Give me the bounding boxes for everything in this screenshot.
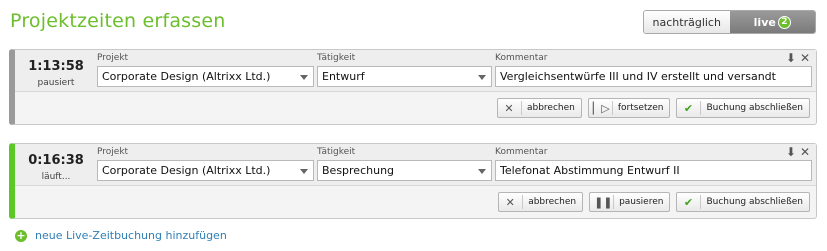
comment-value: Vergleichsentwürfe III und IV erstellt u… — [500, 70, 776, 83]
project-select[interactable]: Corporate Design (Altrixx Ltd.) — [97, 160, 314, 181]
activity-label: Tätigkeit — [317, 147, 356, 157]
mode-retro-label: nachträglich — [652, 15, 721, 29]
finish-label: Buchung abschließen — [706, 197, 803, 207]
add-live-booking-link[interactable]: + neue Live-Zeitbuchung hinzufügen — [15, 229, 227, 242]
cancel-button[interactable]: ✕ abbrechen — [498, 192, 584, 212]
entry-header: 0:16:38 läuft... Projekt Corporate Desig… — [15, 144, 816, 186]
activity-value: Entwurf — [322, 70, 365, 83]
comment-input[interactable]: Vergleichsentwürfe III und IV erstellt u… — [495, 66, 812, 87]
mode-live-label: live — [753, 15, 776, 29]
time-entry-running: 0:16:38 läuft... Projekt Corporate Desig… — [9, 143, 817, 219]
cancel-label: abbrechen — [526, 103, 575, 113]
cancel-label: abbrechen — [528, 197, 577, 207]
entry-actions: ✕ abbrechen ❚❚ pausieren ✔ Buchung absch… — [498, 192, 810, 212]
project-value: Corporate Design (Altrixx Ltd.) — [102, 164, 271, 177]
dropdown-arrow-icon — [478, 169, 486, 174]
resume-icon: ▏▷ — [592, 101, 610, 115]
comment-label: Kommentar — [495, 53, 548, 63]
entry-window-controls: ⬇︎ ✕ — [786, 52, 810, 64]
entry-header: 1:13:58 pausiert Projekt Corporate Desig… — [15, 50, 816, 92]
dropdown-arrow-icon — [478, 75, 486, 80]
mode-retro-button[interactable]: nachträglich — [644, 11, 730, 33]
resume-label: fortsetzen — [617, 103, 664, 113]
pause-label: pausieren — [619, 197, 664, 207]
timer-display: 1:13:58 pausiert — [15, 50, 97, 92]
project-label: Projekt — [97, 53, 129, 63]
timer-value: 1:13:58 — [28, 59, 84, 74]
pause-button[interactable]: ❚❚ pausieren — [589, 192, 671, 212]
dropdown-arrow-icon — [300, 75, 308, 80]
close-icon: ✕ — [505, 195, 515, 209]
activity-select[interactable]: Entwurf — [317, 66, 492, 87]
page-title: Projektzeiten erfassen — [10, 10, 226, 32]
entry-actions: ✕ abbrechen ▏▷ fortsetzen ✔ Buchung absc… — [496, 98, 810, 118]
activity-label: Tätigkeit — [317, 53, 356, 63]
timer-display: 0:16:38 läuft... — [15, 144, 97, 186]
close-icon: ✕ — [504, 101, 514, 115]
timer-state: läuft... — [41, 172, 71, 182]
project-value: Corporate Design (Altrixx Ltd.) — [102, 70, 271, 83]
finish-label: Buchung abschließen — [706, 103, 803, 113]
activity-select[interactable]: Besprechung — [317, 160, 492, 181]
close-icon[interactable]: ✕ — [800, 52, 810, 64]
resume-button[interactable]: ▏▷ fortsetzen — [587, 98, 671, 118]
finish-booking-button[interactable]: ✔ Buchung abschließen — [676, 192, 810, 212]
live-count-badge: 2 — [777, 15, 791, 29]
checkmark-icon: ✔ — [683, 101, 694, 115]
dropdown-arrow-icon — [300, 169, 308, 174]
chevron-double-down-icon[interactable]: ⬇︎ — [786, 52, 796, 64]
entry-window-controls: ⬇︎ ✕ — [786, 146, 810, 158]
project-label: Projekt — [97, 147, 129, 157]
comment-value: Telefonat Abstimmung Entwurf II — [500, 164, 680, 177]
checkmark-icon: ✔ — [683, 195, 694, 209]
add-live-booking-label: neue Live-Zeitbuchung hinzufügen — [35, 229, 227, 242]
project-select[interactable]: Corporate Design (Altrixx Ltd.) — [97, 66, 314, 87]
mode-live-button[interactable]: live 2 — [729, 11, 815, 33]
comment-input[interactable]: Telefonat Abstimmung Entwurf II — [495, 160, 812, 181]
comment-label: Kommentar — [495, 147, 548, 157]
pause-icon: ❚❚ — [594, 195, 613, 209]
time-entry-paused: 1:13:58 pausiert Projekt Corporate Desig… — [9, 49, 817, 125]
finish-booking-button[interactable]: ✔ Buchung abschließen — [676, 98, 810, 118]
timer-value: 0:16:38 — [28, 153, 84, 168]
close-icon[interactable]: ✕ — [800, 146, 810, 158]
plus-circle-icon: + — [15, 228, 27, 242]
chevron-double-down-icon[interactable]: ⬇︎ — [786, 146, 796, 158]
timer-state: pausiert — [37, 78, 75, 88]
mode-toggle: nachträglich live 2 — [643, 10, 816, 34]
activity-value: Besprechung — [322, 164, 395, 177]
cancel-button[interactable]: ✕ abbrechen — [496, 98, 582, 118]
